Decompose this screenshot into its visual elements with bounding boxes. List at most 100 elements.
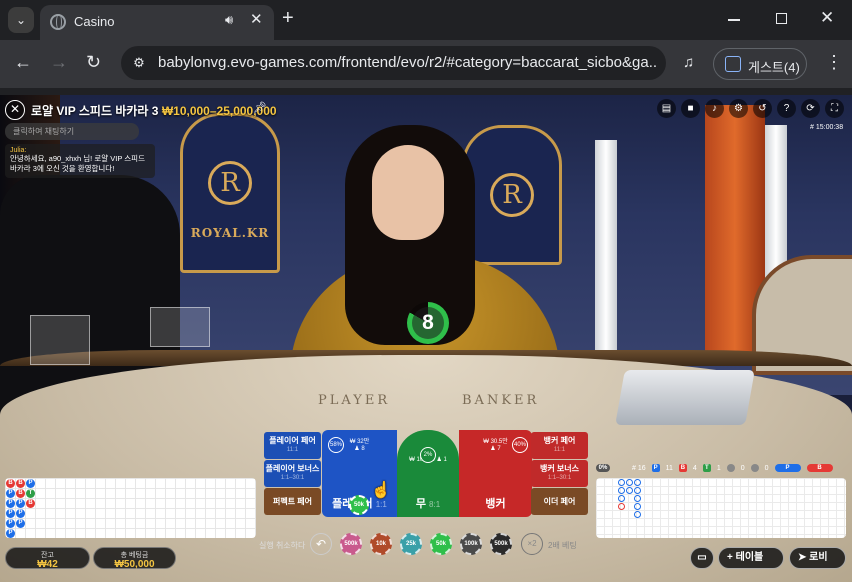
bead-banker: B xyxy=(6,479,15,488)
total-bet-pill: 총 베팅금 ₩50,000 xyxy=(93,547,176,570)
game-controls: ▤ ■ ♪ ⚙ ↺ ? ⟳ ⛶ xyxy=(657,99,844,118)
player-ask-road[interactable]: P xyxy=(774,464,801,472)
close-game-icon[interactable]: ✕ xyxy=(5,100,25,120)
royal-logo: R xyxy=(208,161,252,205)
table-name: 로얄 VIP 스피드 바카라 3 xyxy=(31,104,159,118)
chat-icon[interactable]: ▤ xyxy=(657,99,676,118)
banker-count-icon: B xyxy=(678,464,687,472)
globe-icon xyxy=(50,14,66,30)
profile-label: 게스트(4) xyxy=(748,60,800,75)
tab-strip: ⌄ Casino 🔊︎ ✕ + ✕ xyxy=(0,0,852,40)
player-pair-odds: 11:1 xyxy=(286,447,299,453)
url-text[interactable]: babylonvg.evo-games.com/frontend/evo/r2/… xyxy=(158,54,658,71)
bead-player: P xyxy=(16,499,25,508)
perfect-pair-label: 퍼펙트 페어 xyxy=(272,497,313,506)
royal-logo: R xyxy=(490,173,534,217)
big-road[interactable] xyxy=(596,478,846,538)
either-pair-bet[interactable]: 이더 페어 xyxy=(531,488,588,515)
emblem-text: ROYAL.KR xyxy=(190,226,270,240)
chip-6[interactable]: 500k xyxy=(490,533,512,555)
minimize-button[interactable] xyxy=(728,19,740,21)
bet-timer: 8 xyxy=(407,302,449,344)
tab-title: Casino xyxy=(74,14,115,29)
card-shoe xyxy=(615,370,755,425)
site-info-icon[interactable]: ⚙ xyxy=(129,53,149,73)
balance-value: ₩42 xyxy=(37,559,58,570)
banker-bonus-bet[interactable]: 뱅커 보너스 1:1–30:1 xyxy=(531,460,588,487)
bead-banker: B xyxy=(26,499,35,508)
tab-close-icon[interactable]: ✕ xyxy=(250,10,263,28)
menu-kebab-icon[interactable]: ⋮ xyxy=(825,53,843,71)
speaker-icon[interactable]: 🔊︎ xyxy=(225,12,233,28)
forward-button[interactable]: → xyxy=(50,53,68,71)
settings-icon[interactable]: ⚙ xyxy=(729,99,748,118)
video-icon[interactable]: ■ xyxy=(681,99,700,118)
tie-count-icon: T xyxy=(702,464,711,472)
chip-4[interactable]: 50k xyxy=(430,533,452,555)
rotate-icon[interactable]: ⟳ xyxy=(801,99,820,118)
pct-indicator: 0% xyxy=(596,464,610,472)
double-bet-button[interactable]: ×2 xyxy=(521,533,543,555)
dealer-face xyxy=(372,145,444,240)
chat-toggle-icon[interactable]: ▭ xyxy=(690,547,714,569)
bead-player: P xyxy=(16,519,25,528)
player-count-icon: P xyxy=(651,464,660,472)
chip-5[interactable]: 100k xyxy=(460,533,482,555)
chip-1[interactable]: 500k xyxy=(340,533,362,555)
player-bonus-label: 플레이어 보너스 xyxy=(265,464,320,473)
player-bonus-bet[interactable]: 플레이어 보너스 1:1–30:1 xyxy=(264,460,321,487)
banker-pair-bet[interactable]: 뱅커 페어 11:1 xyxy=(531,432,588,459)
bead-player: P xyxy=(6,499,15,508)
back-button[interactable]: ← xyxy=(14,53,32,71)
profile-button[interactable]: 게스트(4) xyxy=(713,48,807,80)
active-tab[interactable]: Casino 🔊︎ ✕ xyxy=(40,5,274,40)
tab-search-button[interactable]: ⌄ xyxy=(8,7,34,33)
p-pair-count: 0 xyxy=(740,464,745,472)
undo-label: 실행 취소하다 xyxy=(259,541,306,550)
undo-icon[interactable]: ↶ xyxy=(310,533,332,555)
road-ring xyxy=(634,503,641,510)
fullscreen-icon[interactable]: ⛶ xyxy=(825,99,844,118)
bead-banker: B xyxy=(16,489,25,498)
help-icon[interactable]: ? xyxy=(777,99,796,118)
hand-cursor-icon: ☝ xyxy=(371,482,391,499)
b-pair-icon xyxy=(750,464,759,472)
sound-icon[interactable]: ♪ xyxy=(705,99,724,118)
road-ring xyxy=(634,487,641,494)
road-ring xyxy=(618,479,625,486)
card-box xyxy=(150,307,210,347)
tie-bet[interactable]: ₩ 10,000 ♟ 1 무 8:1 xyxy=(397,430,459,517)
bead-player: P xyxy=(16,509,25,518)
live-game-viewport[interactable]: R ROYAL.KR R PLAYER BANKER ✕ 로얄 VIP 스피드 … xyxy=(0,95,852,582)
bead-road[interactable]: B P P P P P B B P P P P T B xyxy=(5,478,256,538)
perfect-pair-bet[interactable]: 퍼펙트 페어 xyxy=(264,488,321,515)
maximize-button[interactable] xyxy=(776,13,787,24)
table-title: 로얄 VIP 스피드 바카라 3 ₩10,000–25,000,000 xyxy=(31,102,277,119)
road-ring xyxy=(634,511,641,518)
table-player-label: PLAYER xyxy=(318,393,391,408)
profile-icon xyxy=(725,56,741,72)
game-round-id: # 15:00:38 xyxy=(810,124,844,131)
media-control-icon[interactable]: ♫ xyxy=(683,54,694,71)
table-button[interactable]: + 테이블 xyxy=(718,547,784,569)
chat-input[interactable]: 클릭하여 채팅하기 xyxy=(5,123,139,140)
player-pair-bet[interactable]: 플레이어 페어 11:1 xyxy=(264,432,321,459)
chat-message-box: Julia: 안녕하세요, a90_xhxh 님! 로얄 VIP 스피드 바카라… xyxy=(5,144,155,178)
new-tab-button[interactable]: + xyxy=(282,8,294,28)
history-icon[interactable]: ↺ xyxy=(753,99,772,118)
total-bet-value: ₩50,000 xyxy=(114,559,155,570)
banker-pair-odds: 11:1 xyxy=(553,447,566,453)
either-pair-label: 이더 페어 xyxy=(543,497,576,506)
address-bar[interactable]: ⚙ babylonvg.evo-games.com/frontend/evo/r… xyxy=(121,46,666,80)
player-pair-label: 플레이어 페어 xyxy=(269,436,316,445)
lobby-button[interactable]: ➤ 로비 xyxy=(789,547,846,569)
banker-ask-road[interactable]: B xyxy=(806,464,833,472)
road-ring xyxy=(634,495,641,502)
chip-3[interactable]: 25k xyxy=(400,533,422,555)
pin-icon[interactable]: 📌︎ xyxy=(253,101,267,114)
b-pair-count: 0 xyxy=(764,464,769,472)
road-ring xyxy=(618,487,625,494)
window-close-button[interactable]: ✕ xyxy=(820,8,834,28)
chip-2[interactable]: 10k xyxy=(370,533,392,555)
reload-button[interactable]: ↻ xyxy=(86,53,101,71)
